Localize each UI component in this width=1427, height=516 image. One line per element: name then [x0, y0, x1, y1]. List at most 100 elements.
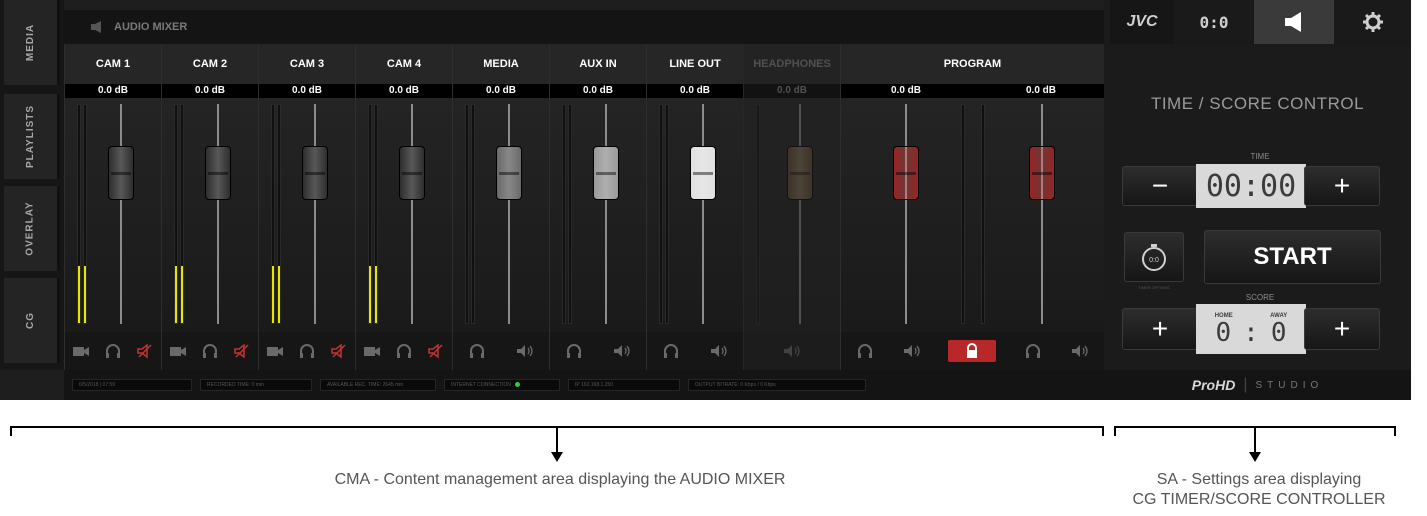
level-meter — [77, 104, 81, 324]
fader-knob[interactable] — [787, 146, 813, 200]
level-meter — [659, 104, 663, 324]
headphones-icon[interactable] — [660, 342, 682, 360]
score-home: 0 — [1215, 318, 1232, 348]
footer-brand: ProHD | STUDIO — [1104, 370, 1411, 400]
fader-track — [1041, 104, 1043, 324]
timer-options-label: TIMER OPTIONS — [1138, 285, 1170, 290]
level-meter — [277, 104, 281, 324]
level-meter — [961, 104, 965, 324]
channel-name: CAM 3 — [259, 44, 355, 84]
stopwatch-icon: 0:0 — [1142, 244, 1166, 271]
sa-arrow — [1249, 426, 1261, 462]
channel-db: 0.0 dB — [744, 84, 840, 98]
headphones-icon[interactable] — [563, 342, 585, 360]
fader-track — [605, 104, 607, 324]
channel-footer — [647, 332, 743, 370]
channel-cam4: CAM 4 0.0 dB — [355, 44, 452, 370]
nav-tab-label: PLAYLISTS — [25, 104, 36, 169]
home-score-plus-button[interactable]: + — [1122, 308, 1198, 350]
nav-tab-overlay[interactable]: OVERLAY — [4, 186, 60, 271]
nav-tab-cg[interactable]: CG — [4, 278, 60, 363]
status-datetime: 6/5/2018 | 07:59 — [72, 379, 192, 391]
camera-icon[interactable] — [264, 342, 286, 360]
brand-logo: JVC — [1110, 0, 1174, 44]
fader-track — [217, 104, 219, 324]
channel-db: 0.0 dB — [647, 84, 743, 98]
settings-tab[interactable] — [1334, 0, 1411, 44]
speaker-muted-icon[interactable] — [134, 342, 156, 360]
start-button[interactable]: START — [1204, 230, 1381, 284]
audio-tab[interactable] — [1254, 0, 1334, 44]
camera-icon[interactable] — [361, 342, 383, 360]
timer-options-button[interactable]: 0:0 — [1124, 232, 1184, 282]
time-display: 00:00 — [1196, 164, 1306, 208]
score-tab[interactable]: 0:0 — [1174, 0, 1254, 44]
nav-tab-playlists[interactable]: PLAYLISTS — [4, 94, 60, 179]
score-away: 0 — [1270, 318, 1287, 348]
channel-name: PROGRAM — [841, 44, 1104, 84]
level-meter — [83, 104, 87, 324]
cma-caption: CMA - Content management area displaying… — [334, 471, 786, 488]
level-meter — [174, 104, 178, 324]
speaker-muted-icon[interactable] — [231, 342, 253, 360]
channel-headphones: HEADPHONES 0.0 dB — [743, 44, 840, 370]
time-plus-button[interactable]: + — [1304, 166, 1380, 206]
mixer-title: AUDIO MIXER — [114, 21, 188, 33]
top-toolbar: JVC 0:0 — [1110, 0, 1411, 44]
camera-icon[interactable] — [167, 342, 189, 360]
channel-line-out: LINE OUT 0.0 dB — [646, 44, 743, 370]
away-score-plus-button[interactable]: + — [1304, 308, 1380, 350]
speaker-icon[interactable] — [514, 342, 536, 360]
panel-title: TIME / SCORE CONTROL — [1150, 94, 1365, 113]
speaker-icon[interactable] — [781, 342, 803, 360]
status-ip: IP 192.168.1.250 — [568, 379, 680, 391]
fader-knob[interactable] — [496, 146, 522, 200]
channel-strip-area: CAM 1 0.0 dB CAM 2 0.0 dB CAM 3 0.0 dB C… — [64, 44, 1104, 370]
speaker-icon[interactable] — [1069, 342, 1091, 360]
fader-knob[interactable] — [302, 146, 328, 200]
speaker-icon[interactable] — [708, 342, 730, 360]
nav-tab-media[interactable]: MEDIA — [4, 0, 60, 85]
status-bar: 6/5/2018 | 07:59 RECORDED TIME: 0 min AV… — [64, 370, 1104, 400]
headphones-icon[interactable] — [1022, 342, 1044, 360]
speaker-icon[interactable] — [901, 342, 923, 360]
level-meter — [271, 104, 275, 324]
sa-caption-line1: SA - Settings area displaying — [1156, 471, 1362, 488]
headphones-icon[interactable] — [102, 342, 124, 360]
speaker-icon — [1285, 12, 1301, 32]
nav-tab-label: MEDIA — [24, 23, 36, 62]
fader-knob[interactable] — [205, 146, 231, 200]
program-db-right: 0.0 dB — [1026, 85, 1057, 96]
program-db-left: 0.0 dB — [891, 85, 922, 96]
headphones-icon[interactable] — [199, 342, 221, 360]
channel-cam1: CAM 1 0.0 dB — [64, 44, 161, 370]
time-minus-button[interactable]: − — [1122, 166, 1198, 206]
level-meter — [471, 104, 475, 324]
fader-knob[interactable] — [399, 146, 425, 200]
fader-knob[interactable] — [690, 146, 716, 200]
channel-db: 0.0 dB — [550, 84, 646, 98]
channel-name: HEADPHONES — [744, 44, 840, 84]
headphones-icon[interactable] — [466, 342, 488, 360]
fader-knob-left[interactable] — [893, 146, 919, 200]
channel-db: 0.0 dB — [356, 84, 452, 98]
settings-area: JVC 0:0 TIME / SCORE CONTROL TIME − 00:0… — [1104, 0, 1411, 400]
speaker-icon[interactable] — [611, 342, 633, 360]
headphones-icon[interactable] — [393, 342, 415, 360]
level-meter — [180, 104, 184, 324]
headphones-icon[interactable] — [296, 342, 318, 360]
fader-track — [411, 104, 413, 324]
channel-db: 0.0 dB — [65, 84, 161, 98]
speaker-muted-icon[interactable] — [328, 342, 350, 360]
lock-icon[interactable] — [948, 340, 997, 362]
fader-knob-right[interactable] — [1029, 146, 1055, 200]
channel-footer — [259, 332, 355, 370]
speaker-muted-icon[interactable] — [425, 342, 447, 360]
camera-icon[interactable] — [70, 342, 92, 360]
channel-footer — [841, 332, 1104, 370]
side-nav: MEDIA PLAYLISTS OVERLAY CG — [0, 0, 64, 370]
headphones-icon[interactable] — [854, 342, 876, 360]
status-internet-label: INTERNET CONNECTION — [451, 382, 511, 388]
fader-knob[interactable] — [108, 146, 134, 200]
fader-knob[interactable] — [593, 146, 619, 200]
